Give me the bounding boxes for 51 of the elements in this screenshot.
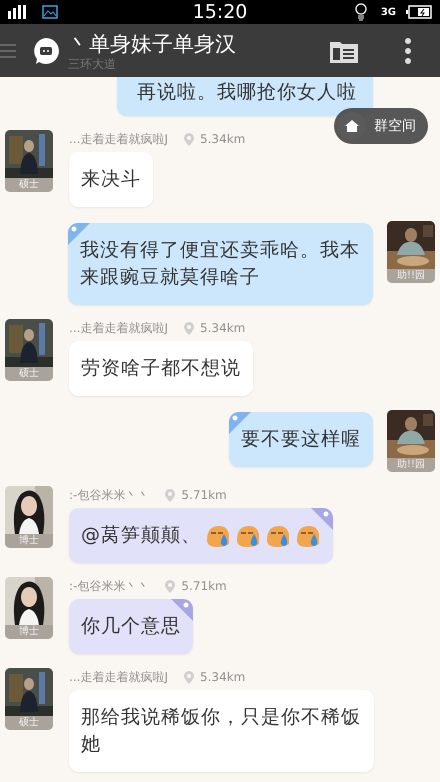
sender-name: :-包谷米米丶丶 — [69, 486, 150, 504]
location-pin-icon — [165, 488, 176, 502]
sweat-emoji-icon — [205, 524, 231, 548]
avatar[interactable]: 助!!园 — [387, 221, 435, 283]
rank-label: 助!!园 — [387, 269, 435, 283]
message-text: 劳资啥子都不想说 — [81, 356, 241, 381]
location-pin-icon — [184, 670, 194, 684]
distance: 5.34km — [200, 132, 246, 146]
chat-bubble-icon — [32, 36, 60, 65]
sender-name: ...走着走着就疯啦J — [69, 130, 168, 148]
message-text: 要不要这样喔 — [241, 427, 361, 452]
message-text: 我没有得了便宜还卖乖哈。我本来跟豌豆就莫得啥子 — [80, 238, 361, 290]
group-space-button[interactable]: 群空间 — [334, 108, 428, 144]
message-text: 你几个意思 — [81, 614, 181, 639]
sender-name: ...走着走着就疯啦J — [69, 668, 168, 686]
rank-label: 硕士 — [5, 716, 53, 730]
clock-time: 15:20 — [192, 1, 248, 24]
avatar[interactable]: 博士 — [5, 486, 53, 548]
sweat-emoji-icon — [265, 524, 291, 548]
message-text: 再说啦。我哪抢你女人啦 — [137, 80, 357, 105]
chat-title: 丶单身妹子单身汉 — [68, 30, 237, 57]
rank-label: 助!!园 — [387, 458, 435, 472]
avatar[interactable]: 硕士 — [5, 130, 53, 192]
bulb-icon — [354, 3, 367, 22]
distance: 5.71km — [181, 488, 227, 502]
sweat-emoji-icon — [235, 524, 261, 548]
rank-label: 博士 — [5, 534, 53, 548]
rank-label: 硕士 — [5, 178, 53, 192]
distance: 5.34km — [200, 321, 246, 335]
sender-name: :-包谷米米丶丶 — [69, 578, 150, 594]
location-pin-icon — [165, 580, 176, 592]
location-pin-icon — [184, 322, 194, 334]
sender-name: ...走着走着就疯啦J — [69, 320, 168, 336]
image-icon — [42, 5, 58, 20]
rank-label: 博士 — [5, 625, 53, 639]
message-text: 来决斗 — [81, 167, 141, 192]
sweat-emoji-icon — [295, 524, 321, 548]
network-type: 3G — [380, 6, 396, 18]
avatar[interactable]: 助!!园 — [387, 410, 435, 472]
more-options-icon[interactable] — [404, 38, 412, 64]
location-pin-icon — [184, 132, 194, 146]
avatar[interactable]: 硕士 — [5, 319, 53, 381]
avatar[interactable]: 博士 — [5, 577, 53, 639]
message-text: 那给我说稀饭你，只是你不稀饭她 — [81, 705, 362, 757]
chat-subtitle: 三环大道 — [68, 56, 117, 71]
avatar[interactable]: 硕士 — [5, 668, 53, 730]
battery-icon — [406, 5, 432, 20]
message-text: @莴笋颠颠、 — [81, 523, 201, 548]
rank-label: 硕士 — [5, 367, 53, 381]
distance: 5.34km — [200, 670, 246, 684]
distance: 5.71km — [181, 579, 227, 593]
